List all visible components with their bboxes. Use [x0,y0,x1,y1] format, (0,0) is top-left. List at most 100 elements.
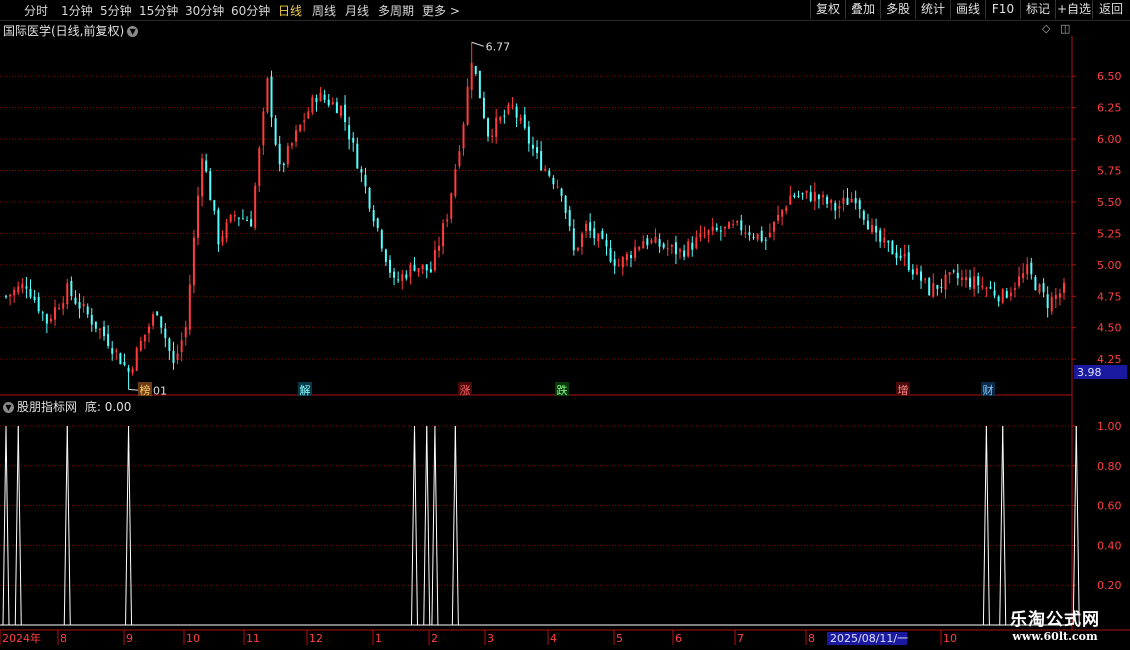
event-marker: 榜 [140,383,151,397]
candle-body [960,277,963,280]
candle-body [503,115,506,117]
candle-body [875,225,878,233]
candle-body [568,210,571,227]
candle-body [989,286,992,289]
candle-body [593,228,596,239]
candle-body [695,237,698,249]
candle-body [482,97,485,119]
candle-body [768,232,771,238]
candle-body [356,143,359,169]
candle-body [405,274,408,279]
candle-body [650,240,653,243]
signal-spike [426,425,431,626]
signal-spike [17,425,22,626]
candle-body [368,187,371,209]
candle-body [33,296,36,301]
candle-body [290,143,293,146]
candle-body [544,168,547,171]
candle-body [634,247,637,258]
indicator-tick-label: 0.40 [1097,539,1122,552]
event-marker: 解 [300,383,311,397]
candle-body [911,269,914,275]
candle-body [409,264,412,278]
candle-body [915,268,918,275]
candle-body [781,210,784,217]
date-tick-label: 11 [246,632,260,645]
candle-body [1063,282,1065,293]
date-tick-label: 4 [550,632,557,645]
candle-body [417,267,420,273]
high-pointer [471,41,484,47]
candle-body [834,203,837,211]
candle-body [895,252,898,259]
candle-body [262,111,265,146]
candle-body [49,319,52,322]
candle-body [527,126,530,144]
signal-spike [454,425,459,626]
indicator-tick-label: 0.60 [1097,500,1122,513]
candle-body [891,240,894,255]
candle-body [1034,276,1037,291]
candle-body [1001,289,1004,303]
high-price-label: 6.77 [486,40,511,53]
candle-body [103,326,106,336]
candle-body [233,214,236,217]
candle-body [335,102,338,114]
candle-body [903,253,906,257]
date-tick-label: 9 [126,632,133,645]
candle-body [62,303,65,309]
candle-body [21,283,24,289]
candle-body [168,338,171,351]
candle-body [5,295,7,297]
candle-body [225,222,228,239]
candle-body [515,106,518,118]
date-tick-label: 1 [375,632,382,645]
signal-spike [413,425,418,626]
candle-body [246,220,249,222]
price-tick-label: 4.50 [1097,322,1122,335]
candle-body [715,227,718,230]
candle-body [107,334,110,346]
candle-body [221,236,224,242]
candle-body [119,353,122,365]
candle-body [924,278,927,280]
candle-body [621,257,624,268]
candle-body [977,276,980,286]
candle-body [948,272,951,275]
candle-body [438,245,441,251]
kline-chart[interactable]: 6.50 6.25 6.00 5.75 5.50 5.25 5.00 4.75 4.50 4.25… [0,0,1130,650]
candle-body [115,350,118,352]
candle-body [266,77,269,112]
candle-body [601,230,604,239]
candle-body [777,214,780,221]
date-tick-label: 6 [675,632,682,645]
candle-body [740,220,743,231]
candle-body [364,174,367,187]
date-tick-label: 2 [431,632,438,645]
candle-body [899,255,902,259]
candle-body [393,271,396,278]
candle-body [552,177,555,185]
candle-body [172,350,175,363]
signal-spike [63,425,68,626]
price-tick-label: 4.25 [1097,353,1122,366]
candle-body [270,76,273,118]
candle-body [642,241,645,249]
candle-body [487,118,490,137]
candle-body [940,286,943,288]
candle-body [397,279,400,281]
candle-body [1005,291,1008,298]
candle-body [344,104,347,123]
candle-body [658,239,661,247]
candle-body [213,200,216,211]
candle-body [691,242,694,250]
candle-body [188,284,191,330]
candle-body [736,221,739,223]
candle-body [446,219,449,222]
signal-spike [1002,425,1007,626]
candle-body [331,102,334,105]
candle-body [478,70,481,99]
candle-body [17,286,20,293]
candle-body [944,274,947,290]
candle-body [229,214,232,222]
